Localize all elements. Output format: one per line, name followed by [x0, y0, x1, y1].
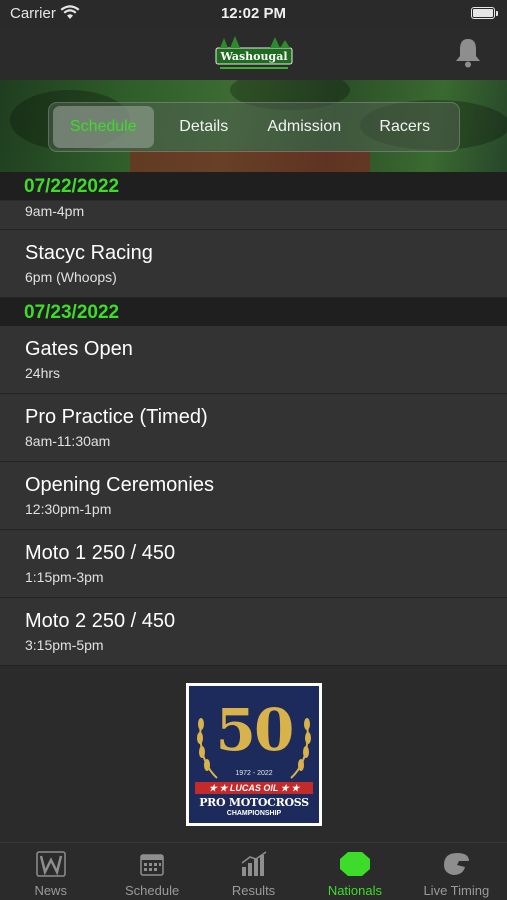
item-time: 9am-4pm: [25, 203, 85, 219]
badge-line2: CHAMPIONSHIP: [226, 810, 282, 817]
badge-number: 50: [215, 696, 295, 764]
section-header-day2: 07/23/2022: [0, 298, 507, 326]
tab-label: Schedule: [125, 883, 180, 898]
tab-nationals[interactable]: Nationals: [304, 843, 405, 900]
segment-details[interactable]: Details: [154, 106, 255, 148]
tab-label: Results: [231, 883, 276, 898]
list-item[interactable]: Pro Practice (Timed) 8am-11:30am: [0, 394, 507, 462]
item-title: Opening Ceremonies: [25, 474, 214, 496]
battery-icon: [471, 7, 498, 19]
logo-text: Washougal: [219, 50, 287, 63]
nationals-badge-icon: [339, 852, 370, 876]
item-title: Moto 2 250 / 450: [25, 610, 176, 632]
list-item[interactable]: Opening Ceremonies 12:30pm-1pm: [0, 462, 507, 530]
tab-live-timing[interactable]: Live Timing: [406, 843, 507, 900]
item-time: 1:15pm-3pm: [25, 569, 104, 585]
washougal-logo[interactable]: Washougal: [214, 34, 294, 74]
date-label: 07/22/2022: [24, 176, 120, 197]
list-item[interactable]: 9am-4pm: [0, 201, 507, 230]
bell-icon[interactable]: [453, 36, 483, 68]
segment-schedule[interactable]: Schedule: [53, 106, 154, 148]
tab-results[interactable]: Results: [203, 843, 304, 900]
pro-motocross-50-badge: 50 1972 - 2022 ★ ★ LUCAS OIL ★ ★ PRO MOT…: [186, 683, 322, 826]
section-header-day1: 07/22/2022: [0, 172, 507, 200]
list-item[interactable]: Gates Open 24hrs: [0, 326, 507, 394]
clock-time: 12:02 PM: [220, 5, 287, 22]
nav-bar: Washougal: [0, 30, 507, 80]
badge-years: 1972 - 2022: [235, 770, 273, 777]
badge-line1: PRO MOTOCROSS: [199, 796, 309, 809]
item-title: Stacyc Racing: [25, 242, 153, 264]
badge-sponsor: ★ ★ LUCAS OIL ★ ★: [195, 782, 313, 794]
tab-label: News: [34, 883, 67, 898]
segment-racers[interactable]: Racers: [355, 106, 456, 148]
list-item[interactable]: Stacyc Racing 6pm (Whoops): [0, 230, 507, 298]
item-title: Gates Open: [25, 338, 133, 360]
w-logo-icon: [35, 851, 66, 877]
item-time: 24hrs: [25, 365, 61, 381]
item-title: Pro Practice (Timed): [25, 406, 208, 428]
tab-schedule[interactable]: Schedule: [101, 843, 202, 900]
item-time: 12:30pm-1pm: [25, 501, 112, 517]
schedule-segmented-control: Schedule Details Admission Racers: [48, 102, 460, 152]
list-item[interactable]: Moto 2 250 / 450 3:15pm-5pm: [0, 598, 507, 666]
status-bar: Carrier 12:02 PM: [0, 0, 507, 30]
item-time: 8am-11:30am: [25, 433, 111, 449]
date-label: 07/23/2022: [24, 302, 120, 323]
item-title: Moto 1 250 / 450: [25, 542, 176, 564]
item-time: 6pm (Whoops): [25, 269, 117, 285]
segment-admission[interactable]: Admission: [254, 106, 355, 148]
tab-news[interactable]: News: [0, 843, 101, 900]
item-time: 3:15pm-5pm: [25, 637, 104, 653]
calendar-icon: [140, 854, 164, 876]
tab-label: Live Timing: [423, 883, 490, 898]
list-item[interactable]: Moto 1 250 / 450 1:15pm-3pm: [0, 530, 507, 598]
tab-label: Nationals: [327, 883, 383, 898]
helmet-icon: [444, 853, 470, 875]
bar-chart-icon: [241, 851, 266, 876]
bottom-tab-bar: News Schedule Results Nationals Live Tim…: [0, 842, 507, 900]
schedule-list: 07/22/2022 9am-4pm Stacyc Racing 6pm (Wh…: [0, 172, 507, 666]
